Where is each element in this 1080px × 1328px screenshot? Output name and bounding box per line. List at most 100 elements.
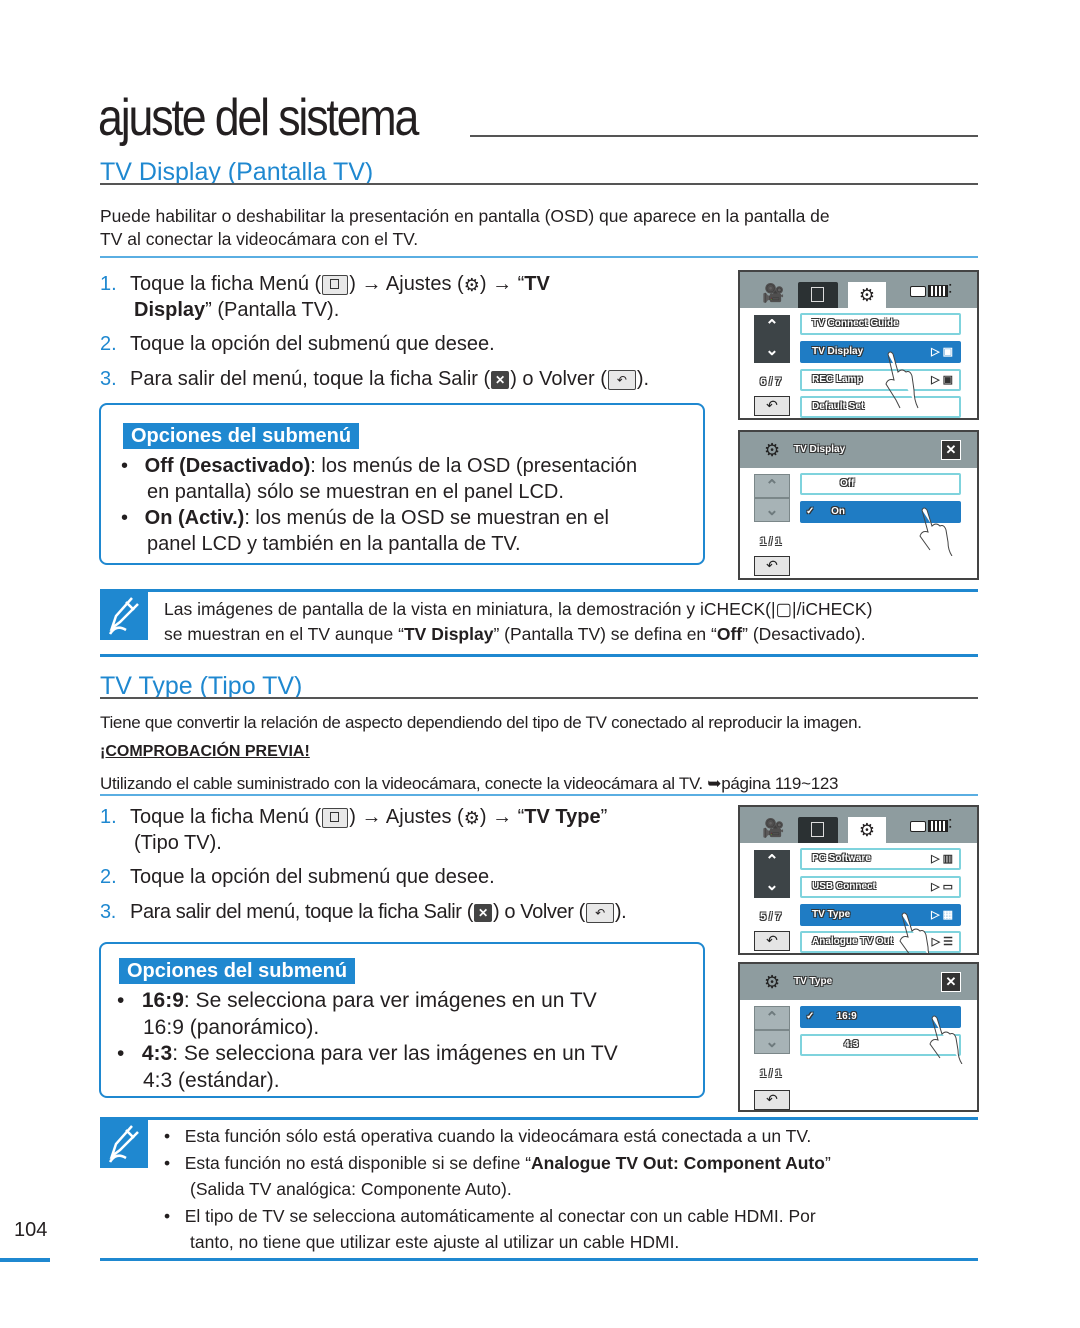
section-divider: [100, 697, 978, 699]
scroll-down-button[interactable]: ⌄: [754, 339, 790, 363]
note-text: Las imágenes de pantalla de la vista en …: [164, 597, 872, 647]
page-indicator: 1 / 1: [760, 536, 782, 548]
intro-text: Puede habilitar o deshabilitar la presen…: [100, 205, 830, 251]
section-divider: [100, 183, 978, 185]
option-4-3-cont: 4:3 (estándar).: [143, 1069, 280, 1092]
step-number: 3.: [100, 901, 116, 923]
step-text: ) → Ajustes (: [349, 806, 464, 828]
gear-icon: ⚙: [858, 285, 876, 305]
step-number: 3.: [100, 368, 117, 390]
option-label: 4:3: [141, 1042, 173, 1065]
gear-icon: ⚙: [463, 274, 480, 295]
note-icon: [100, 592, 148, 640]
section-title-tv-type: TV Type (Tipo TV): [100, 672, 303, 700]
note-item-cont: (Salida TV analógica: Componente Auto).: [190, 1179, 512, 1199]
scroll-up-button[interactable]: ⌃: [754, 474, 790, 498]
step-3: 3. Para salir del menú, toque la ficha Sa…: [100, 899, 627, 925]
close-button[interactable]: ✕: [941, 972, 961, 992]
step-number: 2.: [100, 333, 117, 355]
step-text: Para salir del menú, toque la ficha Sali…: [130, 368, 491, 390]
note-bottom-rule: [100, 1258, 978, 1261]
precheck-text: Utilizando el cable suministrado con la …: [100, 774, 839, 793]
option-on: • On (Activ.): los menús de la OSD se mu…: [121, 507, 609, 529]
menu-item-label: USB Connect: [812, 881, 876, 892]
step-2: 2. Toque la opción del submenú que desee.: [100, 331, 495, 357]
step-1: 1. Toque la ficha Menú () → Ajustes (⚙) →…: [100, 271, 550, 298]
tab-settings[interactable]: ⚙: [848, 817, 886, 844]
options-heading: Opciones del submenú: [119, 958, 356, 984]
submenu-options-box: Opciones del submenú • Off (Desactivado)…: [99, 403, 705, 565]
menu-tab-icon: [322, 274, 349, 295]
step-text: ) → “: [479, 273, 525, 295]
option-desc: : Se selecciona para ver las imágenes en…: [172, 1042, 618, 1065]
options-heading: Opciones del submenú: [123, 423, 360, 449]
step-text: ) o Volver (: [492, 901, 585, 923]
battery-icon: [928, 285, 948, 297]
note-list: • Esta función sólo está operativa cuand…: [164, 1123, 831, 1256]
menu-icon: [811, 287, 824, 302]
menu-item-label: TV Type: [812, 909, 851, 920]
menu-item-tv-connect-guide[interactable]: TV Connect Guide: [800, 313, 961, 335]
scroll-down-button[interactable]: ⌄: [754, 1030, 790, 1054]
note-item: • Esta función sólo está operativa cuand…: [164, 1126, 812, 1146]
gear-icon: ⚙: [463, 807, 480, 828]
step-1-cont: (Tipo TV).: [134, 832, 222, 854]
menu-tab-icon: [322, 807, 349, 828]
note-top-rule: [100, 589, 978, 592]
scroll-up-button[interactable]: ⌃: [754, 1006, 790, 1030]
step-text: ”: [600, 806, 608, 828]
menu-item-tv-type[interactable]: TV Type ▷ ▦: [800, 904, 961, 926]
step-text: ) → Ajustes (: [349, 273, 464, 295]
menu-item-usb-connect[interactable]: USB Connect ▷ ▭: [800, 876, 961, 898]
step-text: ” (Pantalla TV).: [205, 299, 340, 321]
pc-software-icon: ▷ ▥: [931, 853, 953, 865]
scroll-up-button[interactable]: ⌃: [754, 315, 790, 339]
camera-settings-screen: 🎥 ⚙ ▪ ▪ ⌃ ⌄ 5 / 7 ↶ PC Software ▷ ▥ USB Co…: [738, 805, 979, 955]
close-button[interactable]: ✕: [941, 440, 961, 460]
step-text: Toque la ficha Menú (: [130, 273, 322, 295]
scroll-down-button[interactable]: ⌄: [754, 498, 790, 522]
note-item-cont: tanto, no tiene que utilizar este ajuste…: [190, 1232, 680, 1252]
back-button[interactable]: ↶: [754, 396, 790, 416]
camera-tv-display-screen: ⚙ TV Display ✕ ⌃ ⌄ 1 / 1 ↶ Off ✓ On: [738, 430, 979, 580]
precheck-divider: [100, 794, 978, 796]
page-indicator: 5 / 7: [760, 911, 782, 923]
submenu-title: TV Type: [794, 976, 833, 987]
card-icon: [910, 286, 926, 297]
camcorder-icon: 🎥: [762, 818, 785, 838]
close-icon: ✕: [491, 370, 510, 389]
step-2: 2. Toque la opción del submenú que desee.: [100, 864, 495, 890]
title-divider: [470, 135, 978, 137]
tab-menu[interactable]: [798, 817, 838, 843]
option-label: 16:9: [141, 989, 184, 1012]
option-label: 16:9: [836, 1011, 857, 1022]
menu-item-analogue-tv-out[interactable]: Analogue TV Out ▷ ☰: [800, 931, 961, 953]
rec-lamp-icon: ▷ ▣: [931, 374, 953, 386]
back-button[interactable]: ↶: [754, 1090, 790, 1110]
menu-item-pc-software[interactable]: PC Software ▷ ▥: [800, 848, 961, 870]
tab-menu[interactable]: [798, 282, 838, 308]
option-label: Off (Desactivado): [144, 455, 311, 477]
scroll-down-button[interactable]: ⌄: [754, 874, 790, 898]
back-button[interactable]: ↶: [754, 931, 790, 951]
page-number: 104: [14, 1219, 48, 1241]
step-text: ) → “: [479, 806, 525, 828]
camera-tv-type-screen: ⚙ TV Type ✕ ⌃ ⌄ 1 / 1 ↶ ✓ 16:9 4:3: [738, 962, 979, 1112]
step-text: Toque la opción del submenú que desee.: [130, 333, 495, 355]
option-desc: : los menús de la OSD se muestran en el: [244, 507, 609, 529]
option-label: On: [831, 506, 845, 517]
touch-hand-icon: [919, 507, 953, 556]
tab-settings[interactable]: ⚙: [848, 282, 886, 309]
back-button[interactable]: ↶: [754, 556, 790, 576]
card-icon: [910, 821, 926, 832]
step-bold: TV Type: [524, 806, 601, 828]
step-number: 1.: [100, 806, 117, 828]
menu-item-label: Analogue TV Out: [812, 936, 894, 947]
note-bold: TV Display: [403, 624, 494, 644]
camcorder-icon: 🎥: [762, 283, 785, 303]
note-text-part: ” (Pantalla TV) se defina en “: [493, 624, 717, 644]
note-line: Las imágenes de pantalla de la vista en …: [164, 599, 873, 619]
option-off-item[interactable]: Off: [800, 473, 961, 495]
scroll-up-button[interactable]: ⌃: [754, 850, 790, 874]
step-3: 3. Para salir del menú, toque la ficha Sa…: [100, 366, 649, 392]
